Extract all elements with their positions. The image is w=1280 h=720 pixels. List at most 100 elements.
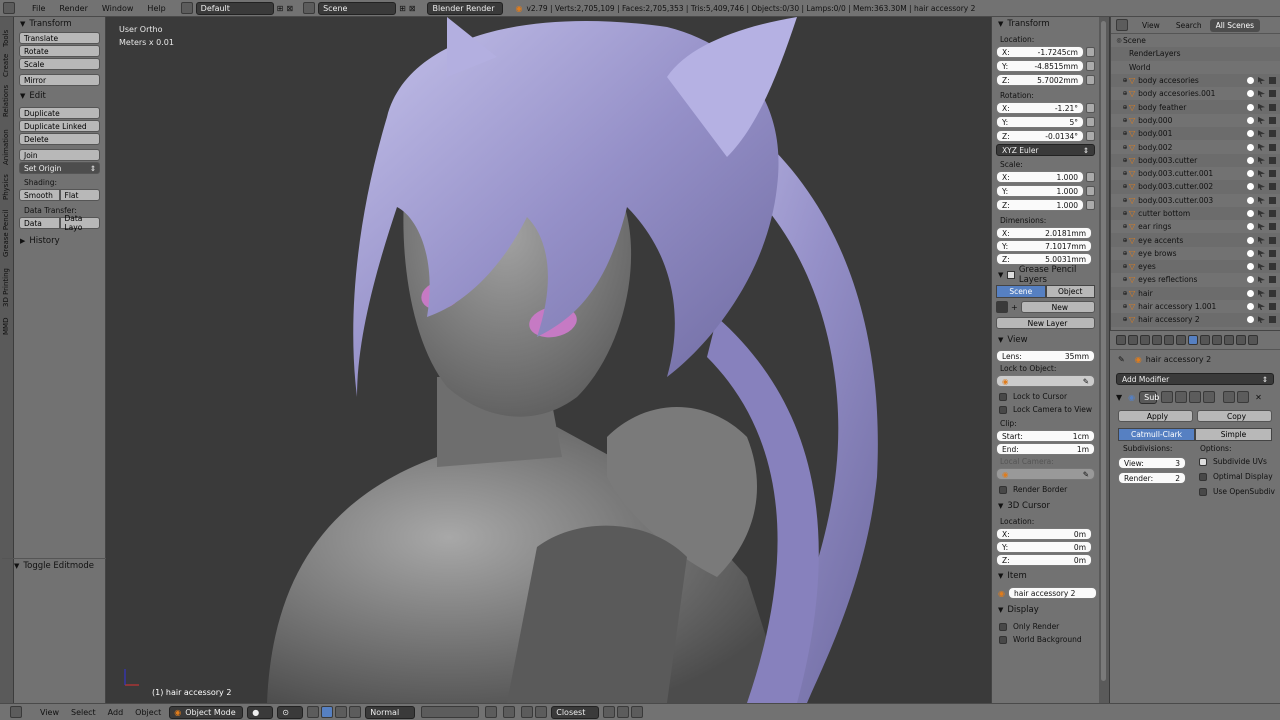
orientation-dropdown[interactable]: Normal xyxy=(365,705,416,719)
lock-icon[interactable] xyxy=(1086,103,1095,113)
camera-icon[interactable] xyxy=(1269,143,1276,151)
add-modifier-dropdown[interactable]: Add Modifier ⇕ xyxy=(1116,373,1274,385)
only-render-check[interactable]: Only Render xyxy=(992,620,1099,633)
snap-target-dropdown[interactable]: Closest xyxy=(551,705,600,719)
expand-icon[interactable]: ⊕ xyxy=(1121,250,1129,257)
eye-icon[interactable] xyxy=(1247,210,1254,217)
remove-modifier-icon[interactable]: ✕ xyxy=(1255,393,1262,402)
outliner-search-menu[interactable]: Search xyxy=(1168,21,1210,30)
render-tab-icon[interactable] xyxy=(1116,335,1126,345)
camera-icon[interactable] xyxy=(1269,223,1276,231)
grease-scene-tab[interactable]: Scene xyxy=(996,285,1046,298)
delete-button[interactable]: Delete xyxy=(19,133,100,145)
snap-toggle-icon[interactable] xyxy=(521,706,534,718)
outliner-item[interactable]: ⊕ ▽ hair accessory 1.001 xyxy=(1111,300,1280,313)
eye-icon[interactable] xyxy=(1247,77,1254,85)
layer-lock-icon[interactable] xyxy=(485,706,498,718)
apply-button[interactable]: Apply xyxy=(1118,410,1193,422)
camera-icon[interactable] xyxy=(1269,90,1276,98)
menu-window[interactable]: Window xyxy=(95,4,141,13)
tab-3d-printing[interactable]: 3D Printing xyxy=(2,268,10,307)
camera-icon[interactable] xyxy=(1269,210,1276,217)
modifier-name-field[interactable]: Sub xyxy=(1139,390,1159,404)
layers-tab-icon[interactable] xyxy=(1128,335,1138,345)
camera-icon[interactable] xyxy=(1269,170,1276,178)
cursor-icon[interactable] xyxy=(1258,116,1265,124)
cursor-icon[interactable] xyxy=(1258,77,1265,85)
layout-field[interactable]: Default xyxy=(195,1,274,15)
menu-object[interactable]: Object xyxy=(129,708,167,717)
location-y-field[interactable]: Y: -4.8515mm xyxy=(996,60,1084,72)
outliner-item[interactable]: ⊕ ▽ eyes reflections xyxy=(1111,273,1280,286)
tab-physics[interactable]: Physics xyxy=(2,174,10,200)
eye-icon[interactable] xyxy=(1247,196,1254,204)
camera-icon[interactable] xyxy=(1269,103,1276,111)
camera-icon[interactable] xyxy=(1269,263,1276,271)
display-header[interactable]: ▼ Display xyxy=(992,603,1099,617)
layers-grid-icon[interactable] xyxy=(421,706,480,718)
cursor-icon[interactable] xyxy=(1258,156,1265,164)
editor-type-icon[interactable] xyxy=(10,706,22,718)
expand-icon[interactable]: ⊕ xyxy=(1121,90,1129,97)
eye-icon[interactable] xyxy=(1247,316,1254,324)
editor-type-icon[interactable] xyxy=(3,2,15,14)
cursor-icon[interactable] xyxy=(1258,249,1265,257)
eye-icon[interactable] xyxy=(1247,249,1254,257)
shading-dropdown[interactable]: ● xyxy=(247,705,274,719)
cursor-icon[interactable] xyxy=(1258,170,1265,178)
cursor-icon[interactable] xyxy=(1258,223,1265,231)
clip-start-field[interactable]: Start: 1cm xyxy=(996,430,1095,442)
render-preview-icon[interactable] xyxy=(503,706,516,718)
camera-icon[interactable] xyxy=(1269,276,1276,284)
toggle-editmode-header[interactable]: ▼ Toggle Editmode xyxy=(2,558,106,572)
expand-icon[interactable]: ⊕ xyxy=(1121,223,1129,230)
grease-pencil-header[interactable]: ▼ Grease Pencil Layers xyxy=(992,265,1099,285)
lock-icon[interactable] xyxy=(1086,131,1095,141)
catmull-clark-tab[interactable]: Catmull-Clark xyxy=(1118,428,1195,441)
menu-select[interactable]: Select xyxy=(65,708,102,717)
cursor-icon[interactable] xyxy=(1258,289,1265,297)
view-levels-field[interactable]: View: 3 xyxy=(1118,457,1186,469)
pin-icon[interactable]: ✎ xyxy=(1118,355,1125,364)
lock-icon[interactable] xyxy=(1086,47,1095,57)
outliner-item[interactable]: ⊕ ▽ body.001 xyxy=(1111,127,1280,141)
item-header[interactable]: ▼ Item xyxy=(992,569,1099,583)
transform-panel-header[interactable]: ▼ Transform xyxy=(14,17,105,31)
layout-remove-icon[interactable]: ⊠ xyxy=(286,4,293,13)
render-levels-field[interactable]: Render: 2 xyxy=(1118,472,1186,484)
show-viewport-icon[interactable] xyxy=(1175,391,1188,403)
eye-icon[interactable] xyxy=(1247,170,1254,178)
lock-camera-check[interactable]: Lock Camera to View xyxy=(992,403,1099,416)
properties-scrollbar[interactable] xyxy=(1099,17,1109,703)
rotation-x-field[interactable]: X: -1.21° xyxy=(996,102,1084,114)
tab-animation[interactable]: Animation xyxy=(2,129,10,165)
location-z-field[interactable]: Z: 5.7002mm xyxy=(996,74,1084,86)
menu-file[interactable]: File xyxy=(25,4,52,13)
object-tab-icon[interactable] xyxy=(1164,335,1174,345)
cursor-y-field[interactable]: Y: 0m xyxy=(996,541,1092,553)
show-editmode-icon[interactable] xyxy=(1189,391,1202,403)
outliner-item[interactable]: ⊕ ▽ body accesories xyxy=(1111,73,1280,88)
expand-icon[interactable]: ⊕ xyxy=(1121,290,1129,297)
eye-icon[interactable] xyxy=(1247,236,1254,244)
lock-icon[interactable] xyxy=(1086,61,1095,71)
manipulator-icon[interactable] xyxy=(307,706,320,718)
3d-cursor-header[interactable]: ▼ 3D Cursor xyxy=(992,499,1099,513)
cursor-icon[interactable] xyxy=(1258,303,1265,311)
outliner-item[interactable]: ⊕ ▽ ear rings xyxy=(1111,220,1280,233)
rotation-mode-dropdown[interactable]: XYZ Euler ⇕ xyxy=(996,144,1095,156)
constraints-tab-icon[interactable] xyxy=(1176,335,1186,345)
scale-y-field[interactable]: Y: 1.000 xyxy=(996,185,1084,197)
outliner-item[interactable]: ⊕ ▽ body.003.cutter xyxy=(1111,153,1280,167)
outliner-view-menu[interactable]: View xyxy=(1134,21,1168,30)
eye-icon[interactable] xyxy=(1247,90,1254,98)
translate-button[interactable]: Translate xyxy=(19,32,100,44)
cursor-icon[interactable] xyxy=(1258,183,1265,191)
tab-tools[interactable]: Tools xyxy=(2,30,10,47)
camera-icon[interactable] xyxy=(1269,289,1276,297)
outliner-item[interactable]: ⊕ ▽ body accesories.001 xyxy=(1111,87,1280,100)
show-cage-icon[interactable] xyxy=(1203,391,1216,403)
lock-icon[interactable] xyxy=(1086,172,1095,182)
dimension-y-field[interactable]: Y: 7.1017mm xyxy=(996,240,1092,252)
lock-icon[interactable] xyxy=(1086,75,1095,85)
